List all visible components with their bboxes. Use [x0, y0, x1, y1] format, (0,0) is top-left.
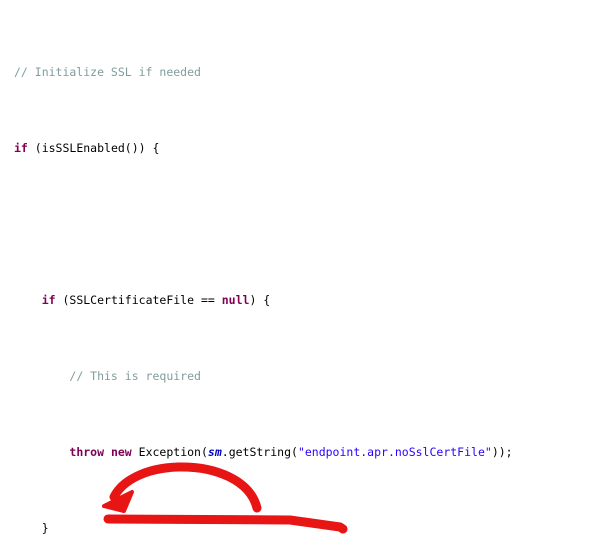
code-text: .getString(	[221, 445, 298, 459]
keyword-token: new	[110, 445, 132, 459]
comment-token: // This is required	[69, 369, 201, 383]
keyword-token: throw	[69, 445, 105, 459]
code-editor-viewport[interactable]: // Initialize SSL if needed if (isSSLEna…	[0, 0, 599, 550]
code-text: Exception(	[131, 445, 208, 459]
keyword-token: if	[41, 293, 56, 307]
code-text: (isSSLEnabled()) {	[27, 141, 160, 155]
code-line[interactable]: throw new Exception(sm.getString("endpoi…	[0, 443, 599, 462]
code-text: }	[14, 521, 49, 535]
field-token: sm	[207, 445, 222, 459]
keyword-token: null	[221, 293, 250, 307]
code-line[interactable]: if (SSLCertificateFile == null) {	[0, 291, 599, 310]
string-literal: "endpoint.apr.noSslCertFile"	[297, 445, 492, 459]
code-line[interactable]: }	[0, 519, 599, 538]
code-line-blank[interactable]	[0, 215, 599, 234]
code-text: ) {	[249, 293, 271, 307]
code-line[interactable]: // This is required	[0, 367, 599, 386]
code-line[interactable]: if (isSSLEnabled()) {	[0, 139, 599, 158]
code-text: ));	[491, 445, 513, 459]
code-line[interactable]: // Initialize SSL if needed	[0, 63, 599, 82]
comment-token: // Initialize SSL if needed	[14, 65, 201, 79]
code-text: (SSLCertificateFile ==	[55, 293, 222, 307]
keyword-token: if	[14, 141, 28, 155]
code-lines-container[interactable]: // Initialize SSL if needed if (isSSLEna…	[0, 0, 599, 550]
